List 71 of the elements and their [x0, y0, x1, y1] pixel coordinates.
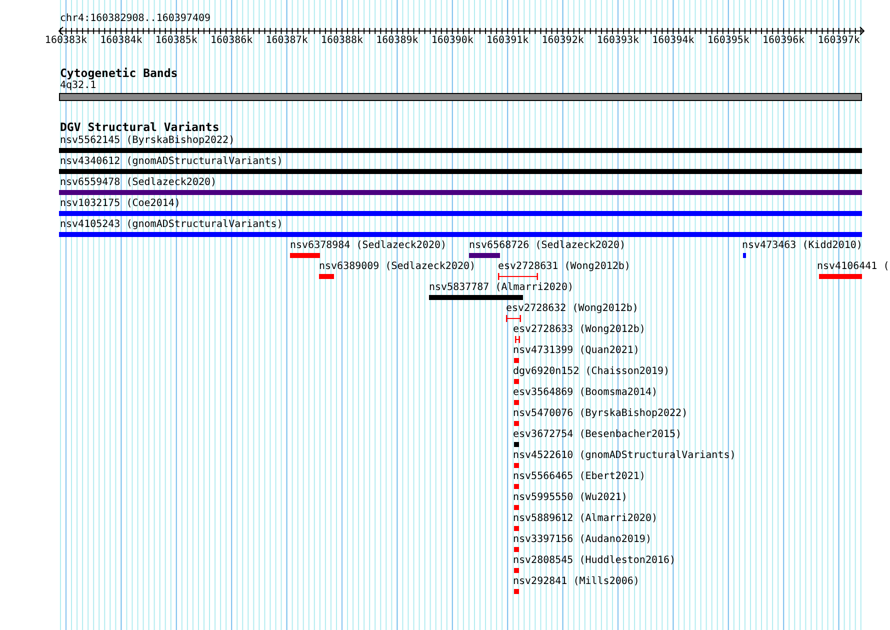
feature-label[interactable]: esv2728633 (Wong2012b) — [513, 324, 646, 336]
variant-bar[interactable] — [429, 295, 523, 300]
variant-bar[interactable] — [59, 190, 862, 195]
feature-label[interactable]: nsv4106441 ( — [817, 261, 890, 273]
variant-bar[interactable] — [59, 169, 862, 174]
variant-bar[interactable] — [514, 568, 519, 573]
variant-span[interactable] — [515, 336, 520, 343]
variant-bar[interactable] — [514, 442, 519, 447]
feature-label[interactable]: nsv4522610 (gnomADStructuralVariants) — [513, 450, 736, 462]
tick-label: 160395k — [706, 35, 750, 47]
tick-label: 160392k — [540, 35, 585, 47]
feature-label[interactable]: nsv5995550 (Wu2021) — [513, 492, 628, 504]
variant-bar[interactable] — [469, 253, 500, 258]
feature-label[interactable]: dgv6920n152 (Chaisson2019) — [513, 366, 670, 378]
variant-bar[interactable] — [514, 547, 519, 552]
feature-label[interactable]: nsv6568726 (Sedlazeck2020) — [469, 240, 626, 252]
tick-label: 160396k — [762, 35, 806, 47]
feature-label[interactable]: nsv5566465 (Ebert2021) — [513, 471, 646, 483]
variant-bar[interactable] — [819, 274, 862, 279]
feature-label[interactable]: esv3672754 (Besenbacher2015) — [513, 429, 682, 441]
tick-label: 160387k — [264, 35, 309, 47]
tick-label: 160388k — [320, 35, 364, 47]
variant-bar[interactable] — [514, 421, 519, 426]
tick-label: 160390k — [430, 35, 474, 47]
variant-bar[interactable] — [290, 253, 320, 258]
feature-label[interactable]: nsv5562145 (ByrskaBishop2022) — [60, 135, 235, 147]
tick-label: 160386k — [210, 35, 254, 47]
feature-label[interactable]: nsv5837787 (Almarri2020) — [429, 282, 574, 294]
feature-label[interactable]: nsv292841 (Mills2006) — [513, 576, 640, 588]
variant-span[interactable] — [498, 273, 538, 280]
feature-label[interactable]: nsv6378984 (Sedlazeck2020) — [290, 240, 447, 252]
feature-label[interactable]: nsv6389009 (Sedlazeck2020) — [319, 261, 476, 273]
track-title: DGV Structural Variants — [60, 121, 220, 134]
tick-label: 160394k — [651, 35, 696, 47]
feature-label[interactable]: nsv5470076 (ByrskaBishop2022) — [513, 408, 688, 420]
variant-bar[interactable] — [514, 505, 519, 510]
variant-bar[interactable] — [319, 274, 334, 279]
feature-label[interactable]: nsv2808545 (Huddleston2016) — [513, 555, 676, 567]
tick-label: 160397k — [816, 35, 861, 47]
feature-label[interactable]: esv2728632 (Wong2012b) — [506, 303, 638, 315]
tick-label: 160389k — [375, 35, 420, 47]
variant-bar[interactable] — [514, 358, 519, 363]
variant-bar[interactable] — [514, 400, 519, 405]
track-title: Cytogenetic Bands — [60, 67, 178, 80]
variant-bar[interactable] — [59, 148, 862, 153]
variant-span[interactable] — [506, 315, 521, 322]
feature-label[interactable]: nsv6559478 (Sedlazeck2020) — [60, 177, 217, 189]
variant-bar[interactable] — [743, 253, 746, 258]
tick-label: 160391k — [486, 35, 530, 47]
location-label: chr4:160382908..160397409 — [60, 13, 211, 25]
feature-label[interactable]: nsv473463 (Kidd2010) — [742, 240, 862, 252]
feature-label[interactable]: esv2728631 (Wong2012b) — [498, 261, 630, 273]
variant-bar[interactable] — [59, 232, 862, 237]
variant-bar[interactable] — [514, 484, 519, 489]
tick-label: 160384k — [99, 35, 144, 47]
tick-label: 160385k — [154, 35, 198, 47]
tick-label: 160383k — [44, 35, 88, 47]
variant-bar[interactable] — [514, 379, 519, 384]
feature-label[interactable]: nsv4340612 (gnomADStructuralVariants) — [60, 156, 283, 168]
variant-bar[interactable] — [59, 211, 862, 216]
feature-label[interactable]: nsv4105243 (gnomADStructuralVariants) — [60, 219, 283, 231]
band-label: 4q32.1 — [60, 80, 96, 92]
tick-label: 160393k — [596, 35, 640, 47]
feature-label[interactable]: nsv3397156 (Audano2019) — [513, 534, 652, 546]
variant-bar[interactable] — [514, 589, 519, 594]
feature-label[interactable]: nsv5889612 (Almarri2020) — [513, 513, 658, 525]
feature-label[interactable]: nsv4731399 (Quan2021) — [513, 345, 640, 357]
feature-label[interactable]: nsv1032175 (Coe2014) — [60, 198, 180, 210]
feature-label[interactable]: esv3564869 (Boomsma2014) — [513, 387, 658, 399]
variant-bar[interactable] — [514, 463, 519, 468]
variant-bar[interactable] — [514, 526, 519, 531]
